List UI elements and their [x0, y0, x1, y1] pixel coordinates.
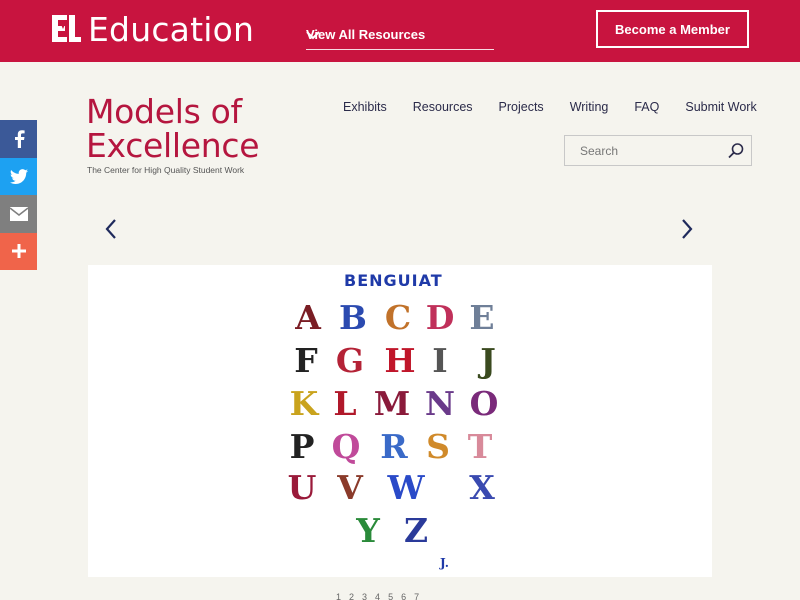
become-a-member-button[interactable]: Become a Member	[596, 10, 749, 48]
nav-projects[interactable]: Projects	[499, 100, 544, 114]
chevron-right-icon	[680, 219, 694, 244]
brand-tagline: The Center for High Quality Student Work	[87, 165, 245, 175]
search-box	[564, 135, 752, 166]
artwork-letter: Z	[403, 511, 429, 550]
main-nav: Exhibits Resources Projects Writing FAQ …	[343, 100, 757, 114]
artwork-letter: C	[384, 298, 412, 337]
brand-line-2: Excellence	[86, 126, 260, 165]
el-education-logo[interactable]: Education	[50, 13, 254, 47]
carousel-page-3[interactable]: 3	[362, 592, 367, 600]
artwork-letter: M	[373, 384, 411, 423]
view-all-resources-dropdown[interactable]: View All Resources	[306, 24, 494, 50]
facebook-icon	[13, 130, 25, 148]
facebook-share-button[interactable]	[0, 120, 37, 158]
artwork-letter: E	[469, 298, 495, 337]
artwork-letter: S	[426, 427, 450, 466]
artwork-title: BENGUIAT	[344, 271, 443, 290]
nav-submit-work[interactable]: Submit Work	[685, 100, 756, 114]
models-of-excellence-logo[interactable]: Models of Excellence The Center for High…	[86, 92, 260, 176]
email-share-button[interactable]	[0, 195, 37, 233]
artwork-letter: A	[295, 298, 321, 337]
chevron-left-icon	[104, 219, 118, 244]
search-input[interactable]	[566, 137, 716, 164]
nav-exhibits[interactable]: Exhibits	[343, 100, 387, 114]
carousel-page-2[interactable]: 2	[349, 592, 354, 600]
carousel-next-button[interactable]	[680, 218, 694, 245]
more-share-button[interactable]	[0, 232, 37, 270]
nav-writing[interactable]: Writing	[570, 100, 609, 114]
chevron-down-icon	[306, 25, 492, 48]
twitter-icon	[9, 168, 28, 184]
artwork-letter: L	[333, 384, 357, 423]
top-bar: Education View All Resources Become a Me…	[0, 0, 800, 62]
artwork-letter: R	[380, 427, 408, 466]
carousel-page-7[interactable]: 7	[414, 592, 419, 600]
envelope-icon	[9, 206, 28, 221]
artwork-letter: T	[467, 427, 493, 466]
el-logo-icon	[50, 13, 82, 47]
carousel-page-1[interactable]: 1	[336, 592, 341, 600]
artwork-letter: P	[289, 427, 315, 466]
logo-text: Education	[88, 10, 255, 49]
artwork-letter: Y	[356, 511, 380, 550]
social-share-bar	[0, 120, 37, 270]
brand-line-1: Models of	[86, 92, 242, 131]
artwork-letter: X	[469, 468, 495, 507]
artwork-letter: U	[287, 468, 317, 507]
search-icon[interactable]	[727, 142, 745, 165]
artwork-letter: O	[469, 384, 499, 423]
nav-resources[interactable]: Resources	[413, 100, 473, 114]
plus-icon	[11, 244, 26, 259]
artwork-letter: W	[387, 468, 425, 507]
artwork-letter: G	[335, 341, 365, 380]
artwork-letter: V	[337, 468, 363, 507]
artist-signature: J.	[440, 556, 449, 570]
carousel-page-4[interactable]: 4	[375, 592, 380, 600]
carousel-page-5[interactable]: 5	[388, 592, 393, 600]
carousel-prev-button[interactable]	[104, 218, 118, 245]
artwork-letter: Q	[331, 427, 361, 466]
nav-faq[interactable]: FAQ	[634, 100, 659, 114]
carousel-page-6[interactable]: 6	[401, 592, 406, 600]
carousel-pagination: 1 2 3 4 5 6 7	[336, 592, 427, 600]
artwork-letter: D	[425, 298, 455, 337]
artwork-letter: N	[424, 384, 456, 423]
artwork-letter: J	[480, 341, 496, 380]
artwork-letter: K	[289, 384, 319, 423]
twitter-share-button[interactable]	[0, 157, 37, 195]
artwork-letter: I	[432, 341, 448, 380]
artwork-letter: F	[294, 341, 318, 380]
artwork-letter: B	[339, 298, 367, 337]
artwork-letter: H	[384, 341, 416, 380]
